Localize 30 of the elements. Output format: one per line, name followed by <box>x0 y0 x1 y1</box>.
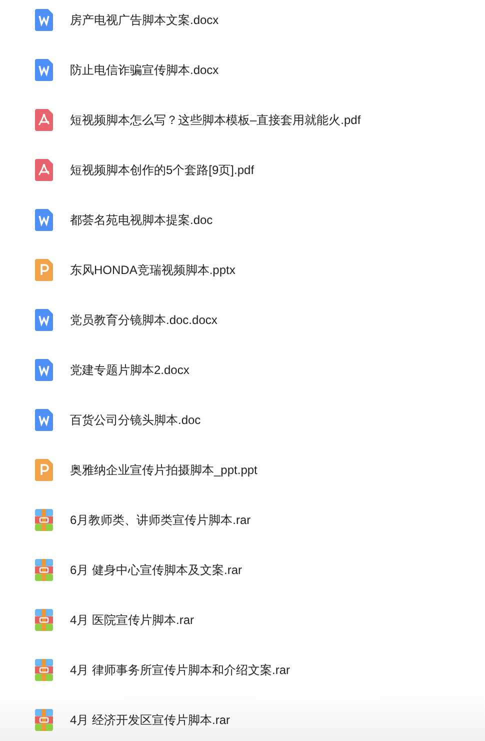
file-name[interactable]: 防止电信诈骗宣传脚本.docx <box>70 62 219 78</box>
file-name[interactable]: 6月教师类、讲师类宣传片脚本.rar <box>70 512 251 528</box>
file-name[interactable]: 6月 健身中心宣传脚本及文案.rar <box>70 562 242 578</box>
pdf-document-icon <box>35 159 53 181</box>
file-name[interactable]: 都荟名苑电视脚本提案.doc <box>70 212 213 228</box>
file-name[interactable]: 短视频脚本创作的5个套路[9页].pdf <box>70 162 254 178</box>
word-document-icon <box>35 359 53 381</box>
word-document-icon <box>35 309 53 331</box>
pdf-document-icon <box>35 109 53 131</box>
file-name[interactable]: 4月 律师事务所宣传片脚本和介绍文案.rar <box>70 662 290 678</box>
file-name[interactable]: 房产电视广告脚本文案.docx <box>70 12 219 28</box>
archive-icon <box>35 559 53 581</box>
file-name[interactable]: 党建专题片脚本2.docx <box>70 362 190 378</box>
archive-icon <box>35 609 53 631</box>
archive-icon <box>35 709 53 731</box>
presentation-document-icon <box>35 459 53 481</box>
archive-icon <box>35 509 53 531</box>
archive-icon <box>35 659 53 681</box>
word-document-icon <box>35 9 53 31</box>
file-name[interactable]: 奥雅纳企业宣传片拍摄脚本_ppt.ppt <box>70 462 258 478</box>
file-name[interactable]: 百货公司分镜头脚本.doc <box>70 412 201 428</box>
file-name[interactable]: 4月 医院宣传片脚本.rar <box>70 612 194 628</box>
presentation-document-icon <box>35 259 53 281</box>
word-document-icon <box>35 409 53 431</box>
file-name[interactable]: 东风HONDA竞瑞视频脚本.pptx <box>70 262 236 278</box>
file-name[interactable]: 短视频脚本怎么写？这些脚本模板–直接套用就能火.pdf <box>70 112 361 128</box>
word-document-icon <box>35 59 53 81</box>
file-name[interactable]: 党员教育分镜脚本.doc.docx <box>70 312 218 328</box>
file-name[interactable]: 4月 经济开发区宣传片脚本.rar <box>70 712 230 728</box>
word-document-icon <box>35 209 53 231</box>
